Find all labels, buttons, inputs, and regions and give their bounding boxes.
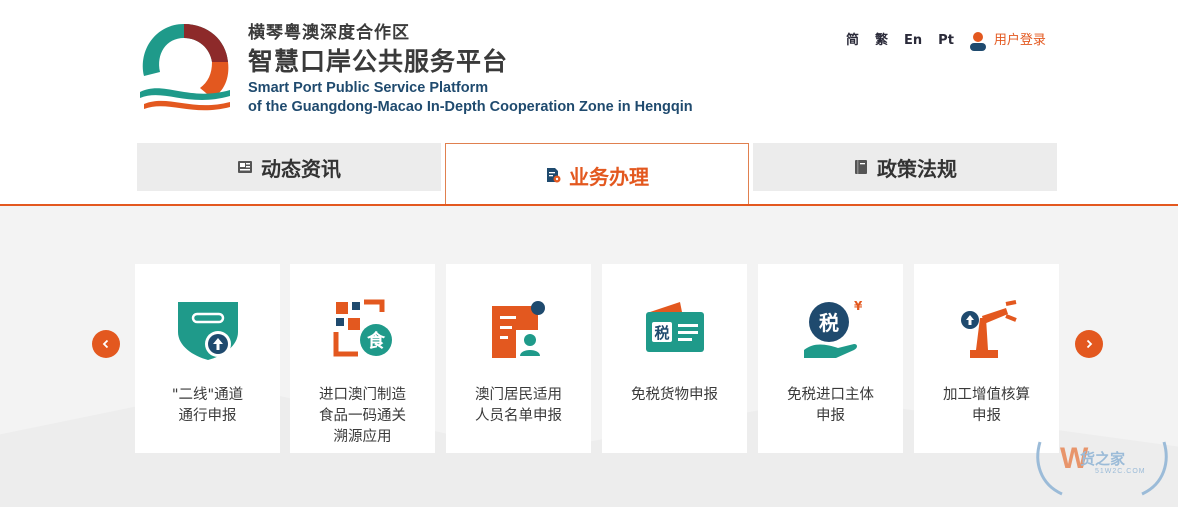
service-card-label: 免税货物申报 [631,387,718,403]
top-right-bar: 简 繁 En Pt 用户登录 [846,31,1046,51]
person-list-icon [492,301,545,358]
service-card-duty-free-entity[interactable]: 税 ¥ 免税进口主体 申报 [758,264,903,453]
robot-arm-icon [961,300,1017,358]
lang-english[interactable]: En [904,31,922,51]
food-qrcode-icon: 食 [333,299,392,357]
tab-business[interactable]: 业务办理 [445,143,749,206]
title-cn-large: 智慧口岸公共服务平台 [248,47,509,76]
newspaper-icon [238,161,252,173]
book-icon [855,160,867,174]
lang-traditional[interactable]: 繁 [875,31,888,51]
tab-business-label: 业务办理 [569,164,649,189]
service-card-processing-value-added[interactable]: 加工增值核算 申报 [914,264,1059,453]
title-cn-small: 横琴粤澳深度合作区 [248,23,410,43]
tax-hand-icon: 税 ¥ [804,299,863,358]
document-gear-icon [547,168,561,183]
service-card-label: "二线"通道 通行申报 [171,387,244,424]
shield-upload-icon [178,302,238,360]
svg-text:税: 税 [654,324,669,342]
service-card-second-line-pass[interactable]: "二线"通道 通行申报 [135,264,280,453]
user-icon[interactable] [969,31,987,51]
main-tabs: 动态资讯 业务办理 政策法规 [0,140,1178,206]
tab-policy-label: 政策法规 [877,156,957,181]
carousel-prev-button[interactable] [92,330,120,358]
service-card-macao-residents[interactable]: 澳门居民适用 人员名单申报 [446,264,591,453]
carousel-next-button[interactable] [1075,330,1103,358]
svg-text:¥: ¥ [854,299,863,313]
service-carousel: "二线"通道 通行申报 食 进口澳门制造 食品一码通关 溯源应用 澳门居民适用 … [0,206,1178,507]
service-card-food-traceability[interactable]: 食 进口澳门制造 食品一码通关 溯源应用 [290,264,435,453]
tab-news[interactable]: 动态资讯 [137,143,441,191]
platform-logo[interactable] [134,18,234,114]
svg-text:税: 税 [819,311,839,335]
lang-simplified[interactable]: 简 [846,31,859,51]
tab-policy[interactable]: 政策法规 [753,143,1057,191]
service-card-label: 免税进口主体 申报 [787,387,874,424]
svg-text:食: 食 [366,330,386,352]
service-card-label: 进口澳门制造 食品一码通关 溯源应用 [319,387,406,445]
brand-text: 横琴粤澳深度合作区 智慧口岸公共服务平台 Smart Port Public S… [248,22,693,117]
title-en-line2: of the Guangdong-Macao In-Depth Cooperat… [248,99,693,115]
login-link[interactable]: 用户登录 [994,31,1046,51]
service-card-label: 加工增值核算 申报 [943,387,1030,424]
lang-portuguese[interactable]: Pt [938,31,954,51]
watermark-text: 货之家 [1080,450,1126,468]
title-en-line1: Smart Port Public Service Platform [248,80,489,96]
chevron-right-icon [1086,339,1093,349]
tab-news-label: 动态资讯 [261,156,341,181]
chevron-left-icon [102,339,109,349]
tax-card-icon: 税 [646,302,704,352]
service-card-label: 澳门居民适用 人员名单申报 [475,387,562,424]
service-card-duty-free-goods[interactable]: 税 免税货物申报 [602,264,747,453]
site-header: 横琴粤澳深度合作区 智慧口岸公共服务平台 Smart Port Public S… [0,0,1178,140]
watermark-sub: 51W2C.COM [1095,468,1146,475]
